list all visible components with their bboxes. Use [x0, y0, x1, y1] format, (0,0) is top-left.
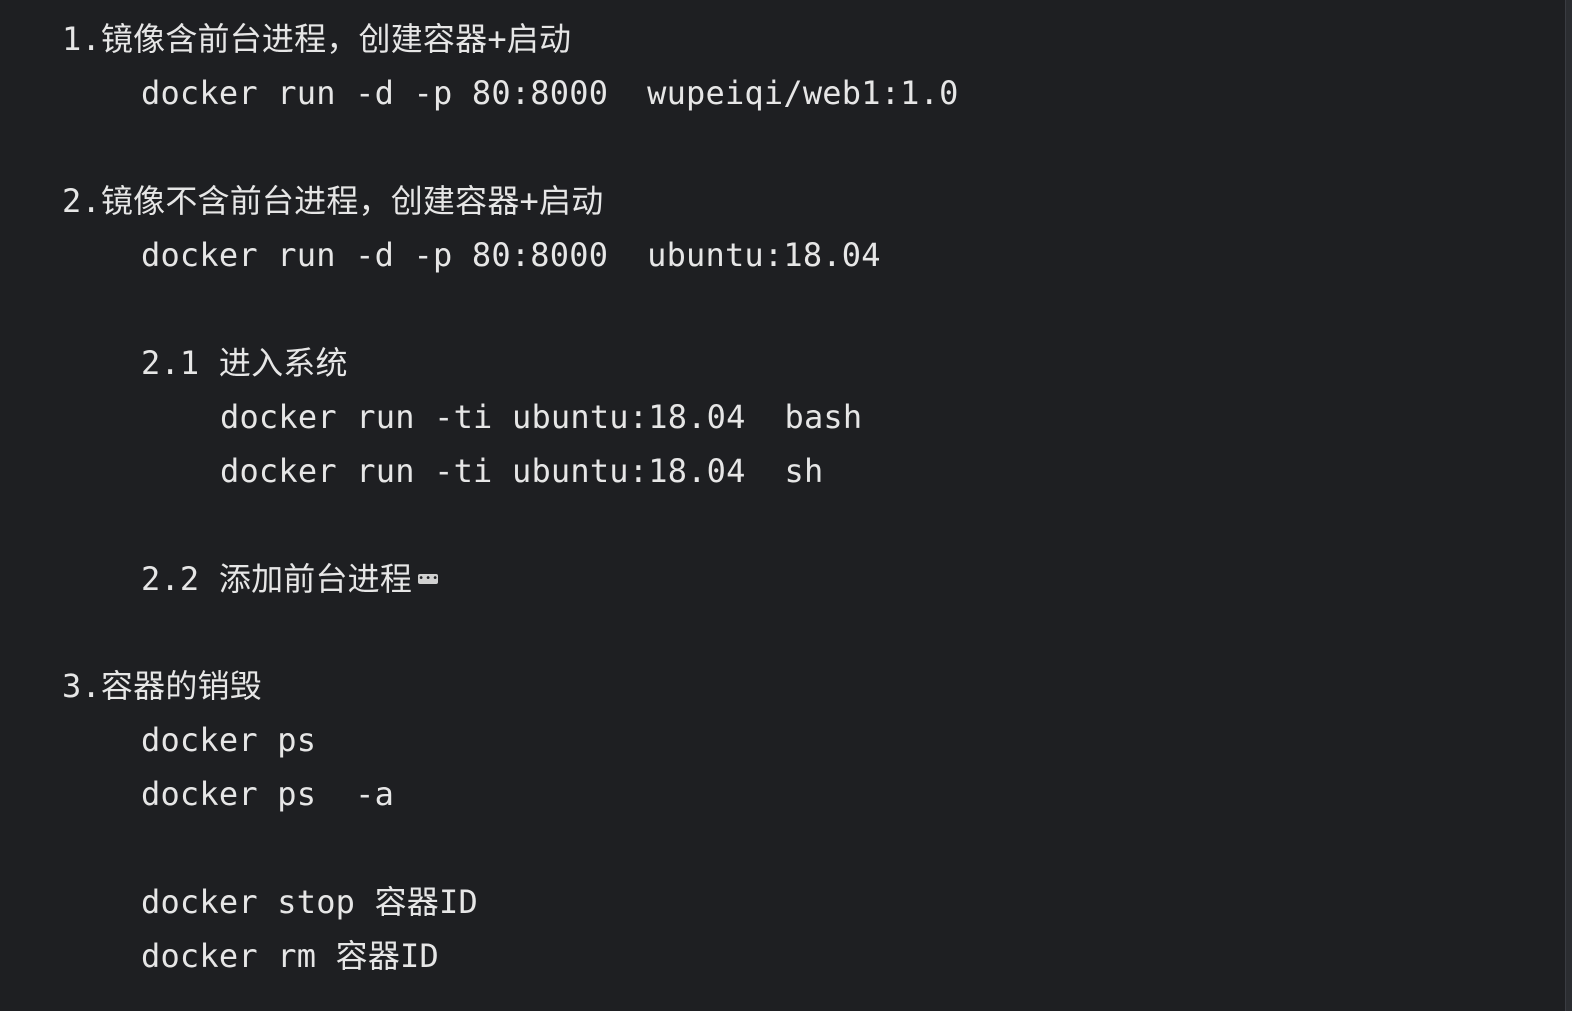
line-2-1-heading: 2.1 进入系统 — [141, 344, 348, 382]
line-docker-run-bash: docker run -ti ubuntu:18.04 bash — [220, 398, 863, 436]
fold-ellipsis-icon[interactable]: ••• — [418, 574, 438, 584]
line-2-2-label: 2.2 添加前台进程 — [141, 560, 413, 598]
line-docker-rm: docker rm 容器ID — [141, 937, 439, 975]
line-docker-run-ubuntu: docker run -d -p 80:8000 ubuntu:18.04 — [141, 236, 881, 274]
line-3-heading: 3.容器的销毁 — [62, 667, 262, 705]
line-1-heading: 1.镜像含前台进程，创建容器+启动 — [62, 20, 572, 58]
scrollbar[interactable] — [1565, 0, 1572, 1011]
line-docker-run-sh: docker run -ti ubuntu:18.04 sh — [220, 452, 824, 490]
line-2-2-heading: 2.2 添加前台进程 ••• — [141, 552, 438, 606]
line-docker-ps-a: docker ps -a — [141, 775, 395, 813]
line-docker-stop: docker stop 容器ID — [141, 883, 478, 921]
line-docker-ps: docker ps — [141, 721, 317, 759]
code-editor[interactable]: 1.镜像含前台进程，创建容器+启动 docker run -d -p 80:80… — [0, 0, 1566, 1011]
line-2-heading: 2.镜像不含前台进程，创建容器+启动 — [62, 182, 604, 220]
line-docker-run-web1: docker run -d -p 80:8000 wupeiqi/web1:1.… — [141, 74, 959, 112]
